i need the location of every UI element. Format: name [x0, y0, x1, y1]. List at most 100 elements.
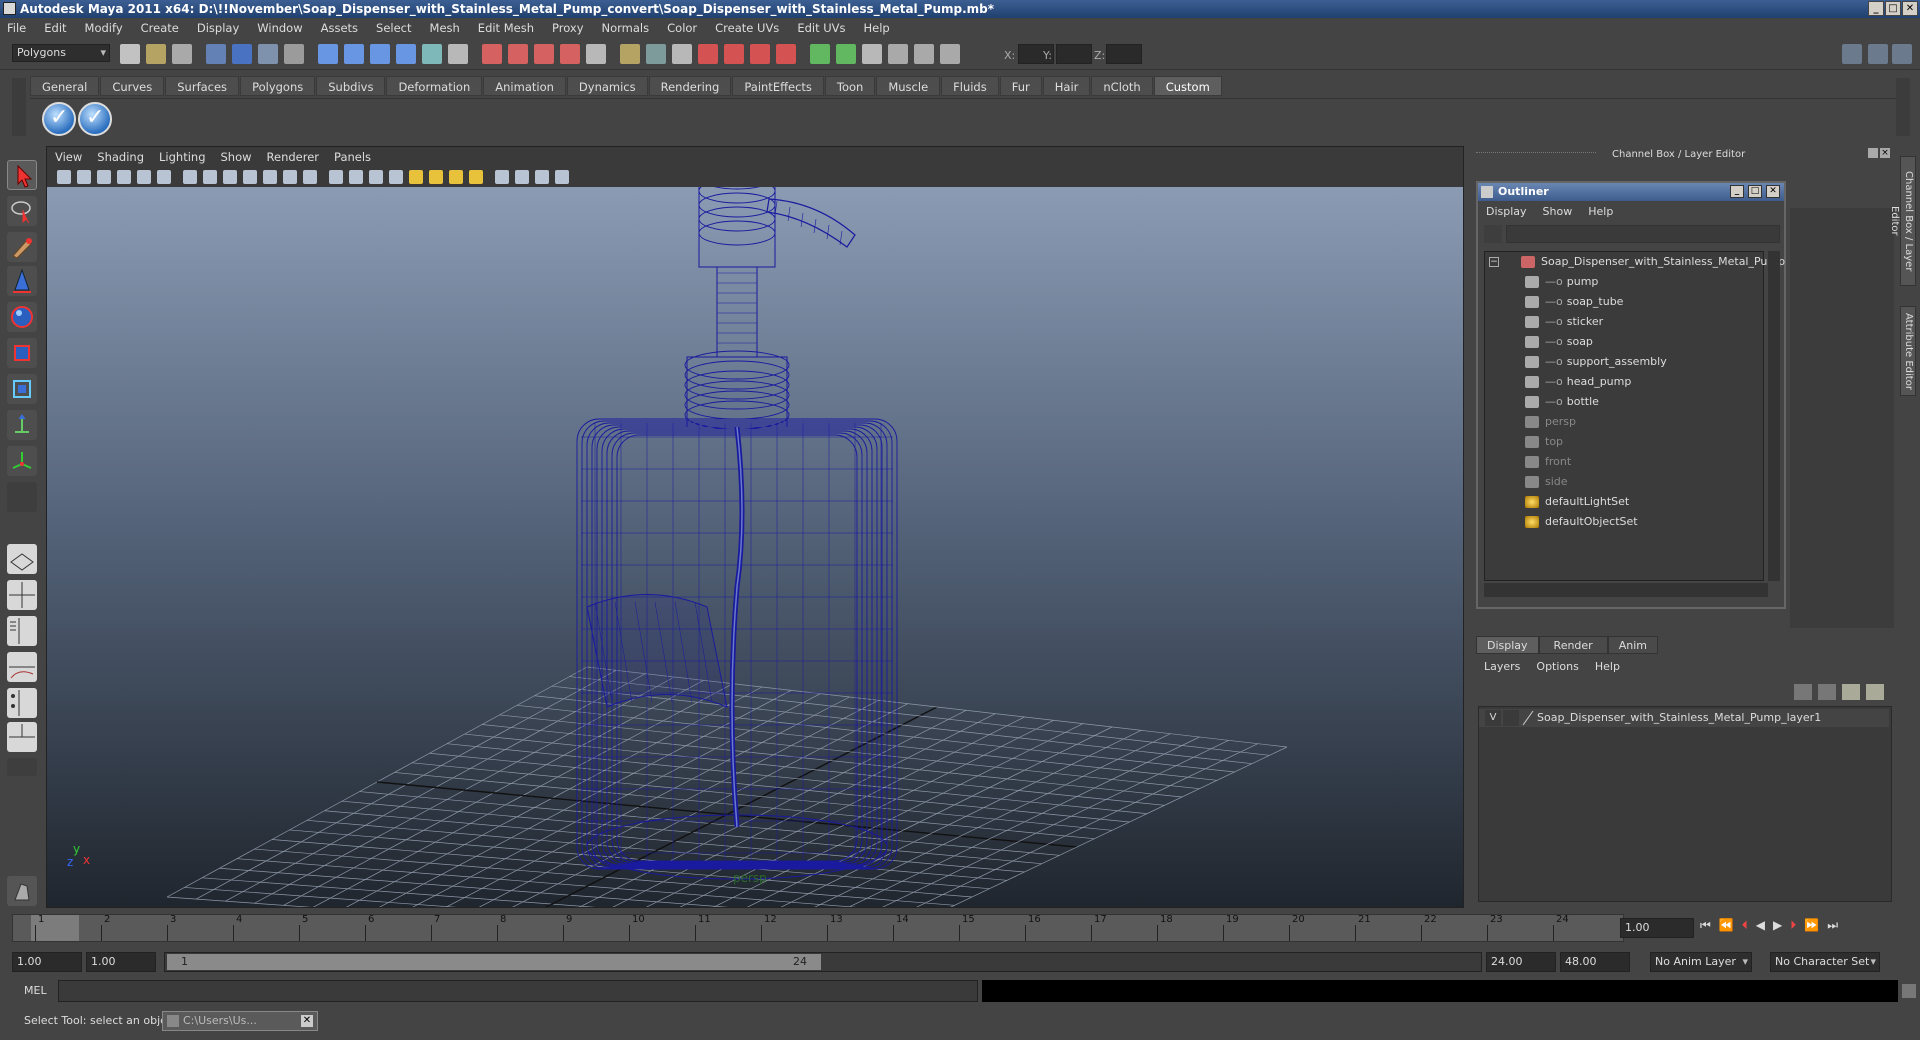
shelf-menu-handle[interactable] — [12, 78, 26, 136]
z-field[interactable] — [1106, 44, 1142, 64]
time-slider[interactable]: 1 2 3 4 5 6 7 8 9 10 11 12 13 14 15 16 17 18 19 20 21 22 23 24 … — [0, 908, 1920, 948]
shelf-check-icon-1[interactable] — [42, 102, 76, 136]
outliner-row-camera-front[interactable]: front — [1525, 452, 1571, 472]
shelf-tab-animation[interactable]: Animation — [483, 76, 566, 96]
persp-outliner-layout-icon[interactable] — [7, 616, 37, 646]
shelf-tab-curves[interactable]: Curves — [100, 76, 165, 96]
magnet-icon[interactable] — [724, 44, 744, 64]
anim-layer-dropdown[interactable]: No Anim Layer — [1650, 952, 1752, 972]
select-by-object-type-icon[interactable] — [232, 44, 252, 64]
field-chart-icon[interactable] — [263, 170, 277, 184]
snap-to-curve-icon[interactable] — [344, 44, 364, 64]
layer-menu-options[interactable]: Options — [1536, 660, 1578, 673]
input-line-icon[interactable] — [586, 44, 606, 64]
outliner-row-camera-persp[interactable]: persp — [1525, 412, 1576, 432]
select-tool-icon[interactable] — [7, 160, 37, 190]
move-tool-icon[interactable] — [7, 266, 37, 296]
scale-tool-icon[interactable] — [7, 338, 37, 368]
menu-set-dropdown[interactable]: Polygons — [12, 44, 110, 62]
list-icon[interactable] — [914, 44, 934, 64]
camera-icon[interactable] — [672, 44, 692, 64]
menu-create-uvs[interactable]: Create UVs — [715, 21, 779, 35]
step-back-key-icon[interactable]: ⏪ — [1719, 918, 1734, 933]
2d-pan-zoom-icon[interactable] — [137, 170, 151, 184]
shelf-tab-fur[interactable]: Fur — [999, 76, 1042, 96]
shelf-tab-rendering[interactable]: Rendering — [648, 76, 732, 96]
brush-icon[interactable] — [750, 44, 770, 64]
viewport-menu-shading[interactable]: Shading — [97, 150, 144, 164]
menu-modify[interactable]: Modify — [85, 21, 123, 35]
soft-modification-tool-icon[interactable] — [7, 410, 37, 440]
channel-box-icons[interactable] — [1806, 168, 1886, 184]
rotate-tool-icon[interactable] — [7, 302, 37, 332]
shelf-icon[interactable] — [836, 44, 856, 64]
range-slider-track[interactable]: 1 24 — [164, 952, 1482, 972]
four-view-layout-icon[interactable] — [7, 580, 37, 610]
persp-graph-hypergraph-layout-icon[interactable] — [7, 722, 37, 752]
shelf-tab-dynamics[interactable]: Dynamics — [566, 76, 648, 96]
range-slider-handle[interactable]: 1 24 — [167, 954, 821, 970]
layer-down-icon[interactable] — [1866, 684, 1884, 700]
smooth-shade-icon[interactable] — [349, 170, 363, 184]
outliner-row-defaultObjectSet[interactable]: defaultObjectSet — [1525, 512, 1638, 532]
bookmark-icon[interactable] — [97, 170, 111, 184]
shelf-check-icon-2[interactable] — [78, 102, 112, 136]
history-icon[interactable] — [448, 44, 468, 64]
viewport-menu-panels[interactable]: Panels — [334, 150, 371, 164]
open-scene-icon[interactable] — [146, 44, 166, 64]
animation-start-field[interactable]: 1.00 — [12, 952, 82, 972]
gate-mask-icon[interactable] — [243, 170, 257, 184]
mel-command-input[interactable] — [58, 980, 978, 1002]
panel-float-icon[interactable] — [1868, 148, 1878, 158]
shelf-tab-painteffects[interactable]: PaintEffects — [732, 76, 824, 96]
viewport-canvas[interactable]: y x z persp — [47, 164, 1463, 948]
layer-display-type-toggle[interactable] — [1503, 710, 1519, 726]
outliner-close-button[interactable]: ✕ — [1766, 185, 1780, 198]
character-set-dropdown[interactable]: No Character Set — [1770, 952, 1880, 972]
channel-box-toggle-icon[interactable] — [1842, 44, 1862, 64]
chain-icon[interactable] — [698, 44, 718, 64]
attribute-editor-toggle-icon[interactable] — [1868, 44, 1888, 64]
shelf-tab-ncloth[interactable]: nCloth — [1091, 76, 1153, 96]
xray-components-icon[interactable] — [555, 170, 569, 184]
outliner-row-support-assembly[interactable]: —o support_assembly — [1525, 352, 1667, 372]
layer-up-icon[interactable] — [1842, 684, 1860, 700]
render-frame-icon[interactable] — [482, 44, 502, 64]
viewport-menu-show[interactable]: Show — [221, 150, 252, 164]
render-settings-icon[interactable] — [534, 44, 554, 64]
layer-tab-render[interactable]: Render — [1538, 636, 1608, 654]
bounding-box-icon[interactable] — [389, 170, 403, 184]
select-camera-icon[interactable] — [57, 170, 71, 184]
menu-edit-uvs[interactable]: Edit UVs — [797, 21, 845, 35]
outliner-menu-display[interactable]: Display — [1486, 205, 1527, 218]
layer-visibility-toggle[interactable]: V — [1485, 710, 1501, 726]
go-to-end-icon[interactable]: ⏭ — [1827, 918, 1838, 933]
shelf-tab-custom[interactable]: Custom — [1153, 76, 1222, 96]
image-plane-icon[interactable] — [117, 170, 131, 184]
step-forward-key-icon[interactable]: ⏩ — [1804, 918, 1819, 933]
menu-edit-mesh[interactable]: Edit Mesh — [478, 21, 534, 35]
wireframe-icon[interactable] — [329, 170, 343, 184]
tool-settings-toggle-icon[interactable] — [1892, 44, 1912, 64]
light-icon[interactable] — [776, 44, 796, 64]
persp-graph-layout-icon[interactable] — [7, 652, 37, 682]
viewport-menu-lighting[interactable]: Lighting — [159, 150, 205, 164]
menu-edit[interactable]: Edit — [44, 21, 66, 35]
shelf-tab-general[interactable]: General — [30, 76, 100, 96]
shelf-tab-hair[interactable]: Hair — [1042, 76, 1091, 96]
flat-shade-icon[interactable] — [369, 170, 383, 184]
outliner-menu-help[interactable]: Help — [1588, 205, 1613, 218]
camera-attributes-icon[interactable] — [77, 170, 91, 184]
outliner-row-head-pump[interactable]: —o head_pump — [1525, 372, 1631, 392]
script-editor-icon[interactable] — [1902, 984, 1916, 998]
layer-menu-help[interactable]: Help — [1595, 660, 1620, 673]
new-layer-icon[interactable] — [1794, 684, 1812, 700]
paint-select-tool-icon[interactable] — [7, 232, 37, 262]
outliner-row-defaultLightSet[interactable]: defaultLightSet — [1525, 492, 1629, 512]
current-frame-field[interactable]: 1.00 — [1620, 918, 1694, 938]
outliner-row-soap[interactable]: —o soap — [1525, 332, 1593, 352]
outliner-minimize-button[interactable]: _ — [1730, 185, 1744, 198]
shelf-tab-muscle[interactable]: Muscle — [876, 76, 941, 96]
new-scene-icon[interactable] — [120, 44, 140, 64]
layer-tab-anim[interactable]: Anim — [1607, 636, 1658, 654]
